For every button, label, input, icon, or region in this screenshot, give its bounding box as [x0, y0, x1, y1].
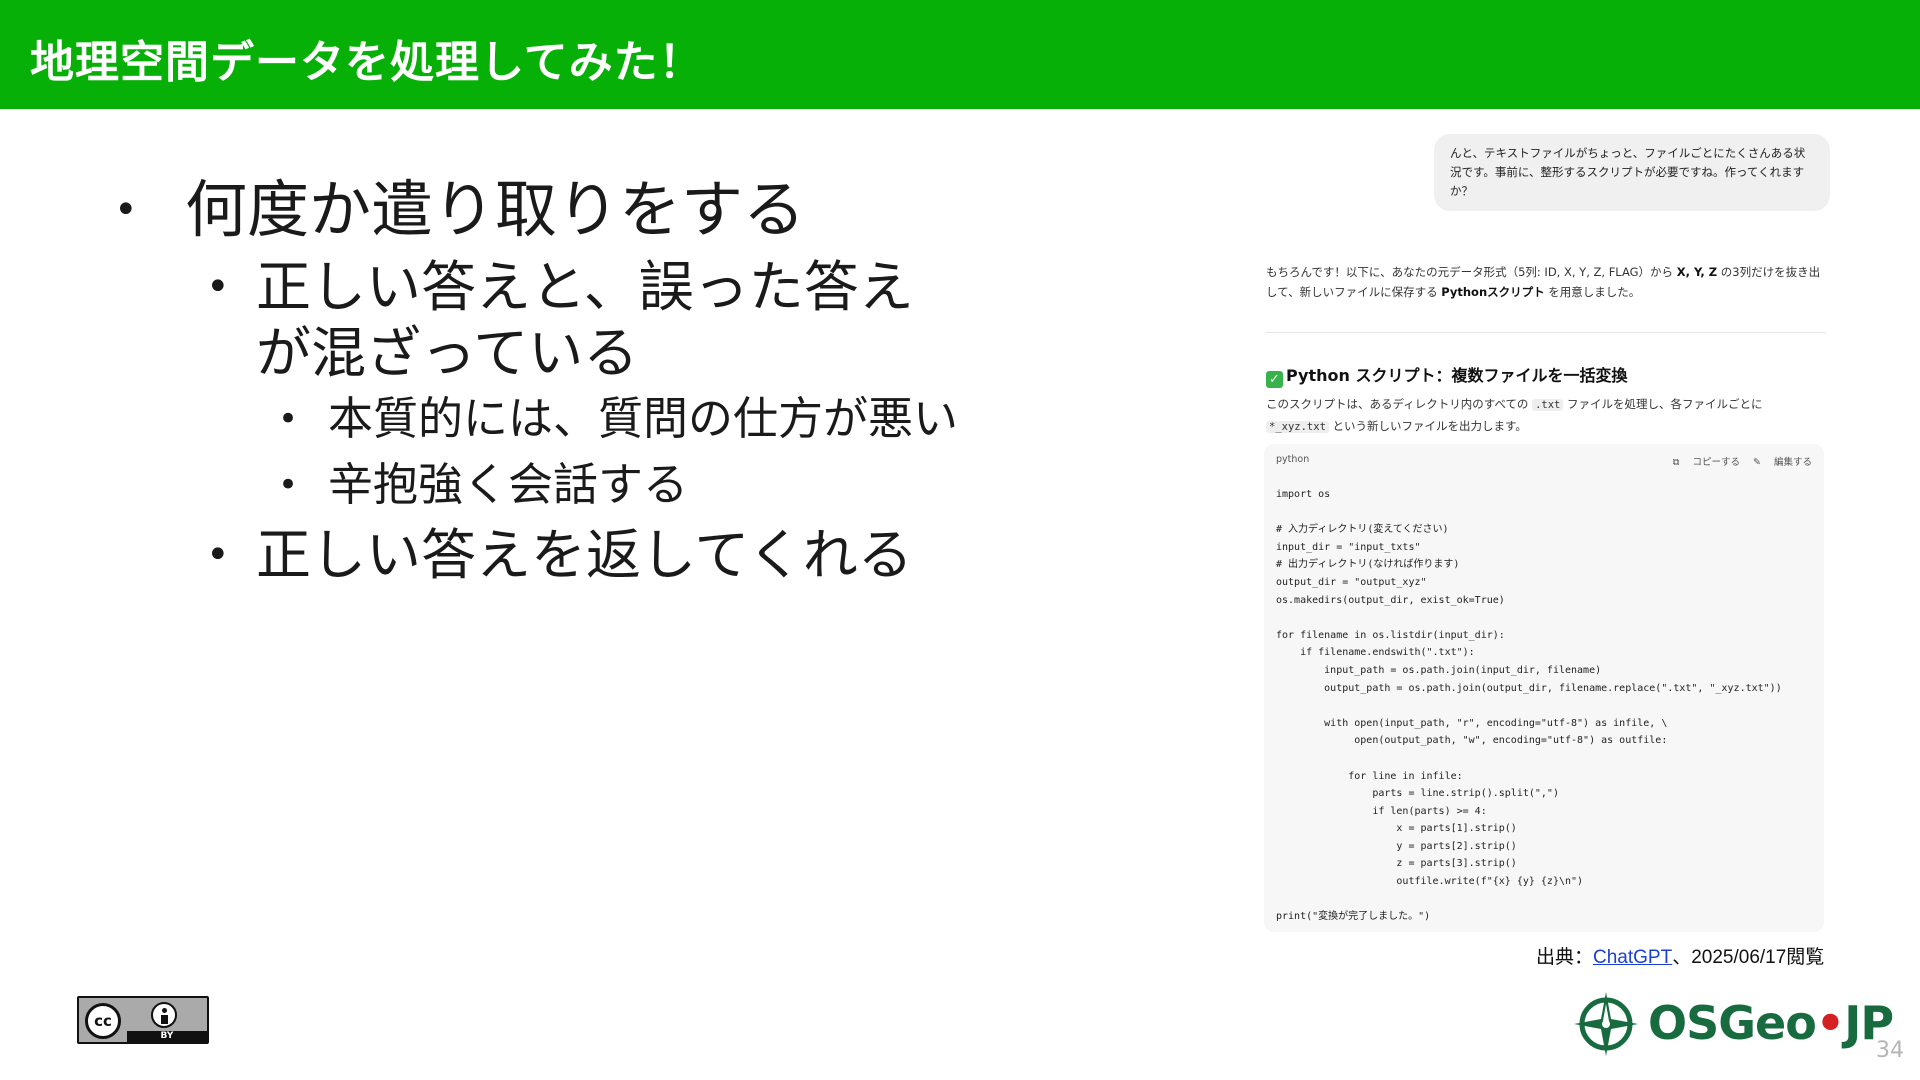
section-heading: ✓ Python スクリプト：複数ファイルを一括変換 — [1266, 362, 1627, 388]
bullet-text: 何度か遣り取りをする — [185, 173, 806, 246]
bullet-level3: • 辛抱強く会話する — [278, 452, 1110, 518]
divider — [1266, 332, 1826, 333]
desc-text: ファイルを処理し、各ファイルごとに — [1563, 397, 1763, 411]
page-number: 34 — [1876, 1038, 1904, 1063]
edit-label: 編集する — [1773, 457, 1812, 468]
inline-code: .txt — [1532, 399, 1564, 411]
inline-code: *_xyz.txt — [1266, 421, 1329, 433]
reply-text: を用意しました。 — [1544, 285, 1641, 299]
compass-icon — [1574, 992, 1638, 1056]
bullet-level2: • 正しい答えと、誤った答えが混ざっている — [206, 254, 936, 386]
bullet-text: 正しい答えと、誤った答えが混ざっている — [256, 255, 914, 385]
slide-title: 地理空間データを処理してみた！ — [30, 37, 704, 88]
bullet-level2: • 正しい答えを返してくれる — [206, 522, 1110, 588]
desc-text: という新しいファイルを出力します。 — [1328, 419, 1527, 433]
logo-dot: • — [1815, 996, 1845, 1050]
attribution-person-icon — [151, 1002, 177, 1028]
cc-icon: cc — [85, 1003, 121, 1039]
reply-bold: Pythonスクリプト — [1441, 285, 1545, 299]
user-message-bubble: んと、テキストファイルがちょっと、ファイルごとにたくさんある状況です。事前に、整… — [1434, 134, 1830, 211]
logo-text: OSGeo•JP — [1648, 996, 1894, 1050]
code-header: python ⧉ コピーする ✎ 編集する — [1276, 454, 1812, 470]
bullet-marker: • — [278, 399, 299, 439]
bullet-text: 辛抱強く会話する — [328, 458, 689, 511]
copy-label: コピーする — [1692, 457, 1740, 468]
bullet-text: 正しい答えを返してくれる — [256, 523, 913, 587]
bullet-list: • 何度か遣り取りをする • 正しい答えと、誤った答えが混ざっている • 本質的… — [110, 170, 1110, 588]
assistant-reply-intro: もちろんです！以下に、あなたの元データ形式（5列: ID, X, Y, Z, F… — [1266, 262, 1826, 302]
logo-text-osgeo: OSGeo — [1648, 996, 1817, 1050]
source-citation: 出典：ChatGPT、2025/06/17閲覧 — [1536, 942, 1824, 969]
bullet-marker: • — [114, 187, 138, 233]
code-actions: ⧉ コピーする ✎ 編集する — [1663, 454, 1812, 468]
title-bar: 地理空間データを処理してみた！ — [0, 0, 1920, 109]
section-title: Python スクリプト：複数ファイルを一括変換 — [1286, 366, 1628, 385]
bullet-marker: • — [206, 532, 230, 578]
desc-text: このスクリプトは、あるディレクトリ内のすべての — [1266, 397, 1533, 411]
reply-text: もちろんです！以下に、あなたの元データ形式（5列: ID, X, Y, Z, F… — [1266, 265, 1677, 279]
python-code: import os # 入力ディレクトリ(変えてください) input_dir … — [1276, 489, 1782, 923]
code-language-label: python — [1276, 454, 1310, 465]
source-prefix: 出典： — [1536, 947, 1594, 968]
chatgpt-screenshot: んと、テキストファイルがちょっと、ファイルごとにたくさんある状況です。事前に、整… — [1262, 132, 1832, 932]
bullet-text: 本質的には、質問の仕方が悪い — [328, 392, 959, 445]
source-suffix: 、2025/06/17閲覧 — [1672, 947, 1825, 968]
bullet-level3: • 本質的には、質問の仕方が悪い — [278, 386, 1110, 452]
section-description: このスクリプトは、あるディレクトリ内のすべての .txt ファイルを処理し、各フ… — [1266, 394, 1826, 438]
code-block: python ⧉ コピーする ✎ 編集する import os # 入力ディレク… — [1264, 444, 1824, 932]
edit-button[interactable]: ✎ 編集する — [1753, 457, 1812, 468]
bullet-level1: • 何度か遣り取りをする — [110, 170, 1110, 250]
osgeo-jp-logo: OSGeo•JP — [1572, 988, 1894, 1058]
bullet-marker: • — [278, 465, 299, 505]
by-label: BY — [127, 1031, 207, 1042]
copy-button[interactable]: ⧉ コピーする — [1673, 457, 1740, 468]
cc-by-license-badge: cc BY — [77, 996, 209, 1044]
check-icon: ✓ — [1266, 371, 1283, 388]
chatgpt-link[interactable]: ChatGPT — [1593, 947, 1672, 968]
reply-bold: X, Y, Z — [1676, 265, 1718, 279]
bullet-marker: • — [206, 264, 230, 310]
